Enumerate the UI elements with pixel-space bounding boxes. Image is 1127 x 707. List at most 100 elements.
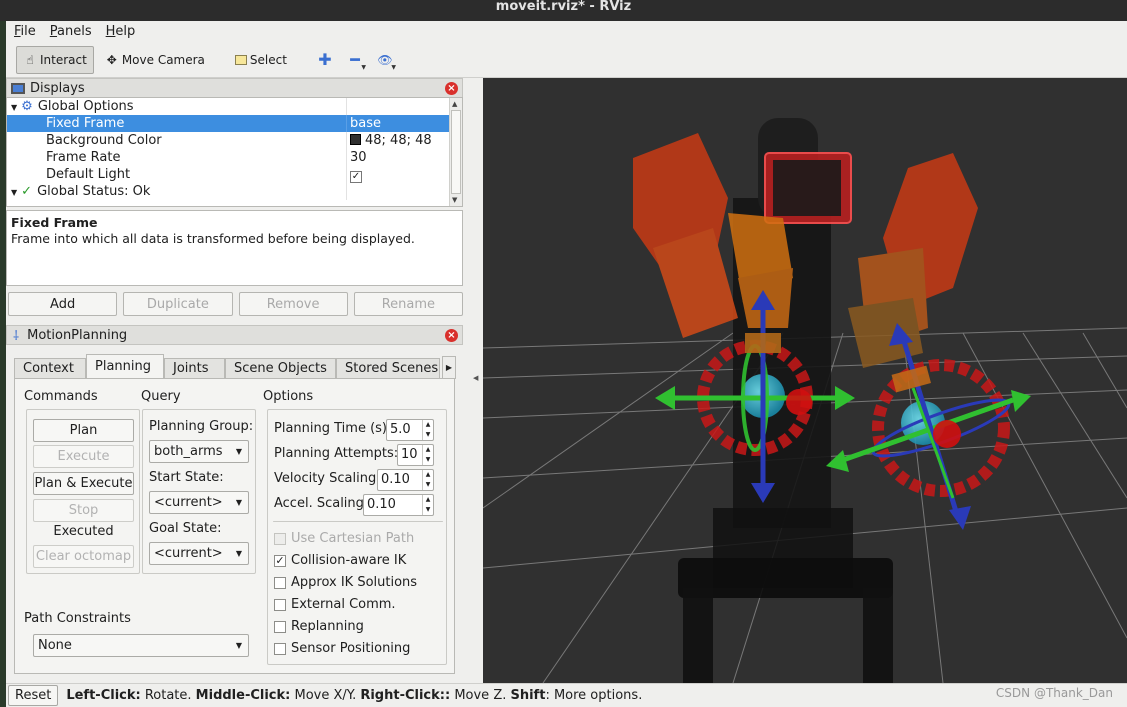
default-light-checkbox[interactable]: ✓ [350,171,362,183]
tab-scene-objects[interactable]: Scene Objects [225,358,336,379]
check-icon: ✓ [274,553,286,567]
tree-row-fixed-frame[interactable]: Fixed Frame base [7,115,450,132]
tree-row-global-status[interactable]: ▼ ✓ Global Status: Ok [7,183,450,200]
collision-aware-ik-checkbox[interactable]: ✓ Collision-aware IK [274,553,406,568]
add-button[interactable]: Add [8,292,118,316]
displays-panel-title: Displays × [6,78,463,98]
planning-group-value: both_arms [154,444,223,459]
frame-rate-value[interactable]: 30 [348,149,450,166]
planning-tab-content: Commands Plan Execute Plan & Execute Sto… [14,378,455,674]
robot-scene[interactable] [483,78,1127,683]
property-description: Fixed Frame Frame into which all data is… [6,210,463,286]
tree-value [348,183,450,200]
select-tool-button[interactable]: Select [228,46,294,74]
tree-scrollbar[interactable]: ▲ ▼ [449,98,462,206]
planning-time-value: 5.0 [390,422,411,437]
reset-button[interactable]: Reset [8,685,59,706]
tab-scroll-right-icon[interactable]: ▶ [442,356,456,379]
tab-stored-scenes[interactable]: Stored Scenes [336,358,440,379]
planning-time-spinbox[interactable]: 5.0 ▲ ▼ [386,419,434,441]
tree-row-frame-rate[interactable]: Frame Rate 30 [7,149,450,166]
toolbar: ☝ Interact ✥ Move Camera Select ✚ ━ ▼ 👁 ▼ [6,42,1127,78]
chevron-down-icon: ▼ [235,641,242,650]
status-middle-text: Move X/Y. [290,688,361,703]
goal-state-select[interactable]: <current> ▼ [149,542,249,565]
planning-group-label: Planning Group: [149,419,254,434]
path-constraints-select[interactable]: None ▼ [33,634,249,657]
tree-row-background-color[interactable]: Background Color 48; 48; 48 [7,132,450,149]
displays-title: Displays [30,80,85,96]
menu-file[interactable]: File [14,24,36,39]
3d-viewport[interactable] [483,78,1127,683]
right-interactive-marker[interactable] [826,323,1031,530]
options-divider [273,521,443,522]
scroll-thumb[interactable] [451,110,461,194]
plan-button[interactable]: Plan [33,419,134,442]
checkbox-label: Use Cartesian Path [291,531,415,546]
tree-row-global-options[interactable]: ▼ ⚙ Global Options [7,98,450,115]
clear-octomap-button[interactable]: Clear octomap [33,545,134,568]
displays-tree: ▼ ⚙ Global Options Fixed Frame base Backgr… [6,97,463,207]
planning-time-label: Planning Time (s): [274,421,392,436]
tree-label: Global Status: Ok [37,184,151,199]
duplicate-button[interactable]: Duplicate [123,292,233,316]
interact-tool-button[interactable]: ☝ Interact [16,45,94,74]
add-tool-button[interactable]: ✚ [312,47,338,73]
plan-execute-button[interactable]: Plan & Execute [33,472,134,495]
view-tool-button[interactable]: 👁 ▼ [372,47,398,73]
tree-label: Frame Rate [7,149,347,166]
approx-ik-checkbox[interactable]: Approx IK Solutions [274,575,417,590]
query-title: Query [141,389,181,404]
tree-row-default-light[interactable]: Default Light ✓ [7,166,450,183]
start-state-select[interactable]: <current> ▼ [149,491,249,514]
tab-context[interactable]: Context [14,358,86,379]
scroll-down-icon[interactable]: ▼ [452,196,457,204]
tree-label: Fixed Frame [7,115,347,132]
scroll-up-icon[interactable]: ▲ [452,100,457,108]
planning-attempts-label: Planning Attempts: [274,446,399,461]
move-arrows-icon: ✥ [106,52,117,67]
velocity-scaling-spinbox[interactable]: 0.10 ▲ ▼ [377,469,434,491]
plus-icon: ✚ [318,50,332,69]
use-cartesian-path-checkbox[interactable]: Use Cartesian Path [274,531,414,546]
remove-tool-button[interactable]: ━ ▼ [342,47,368,73]
checkbox-label: External Comm. [291,597,396,612]
tree-label: Default Light [7,166,347,183]
planning-group-select[interactable]: both_arms ▼ [149,440,249,463]
remove-button[interactable]: Remove [238,292,348,316]
stop-button[interactable]: Stop [33,499,134,522]
spin-arrows-icon[interactable]: ▲ ▼ [422,420,433,440]
description-title: Fixed Frame [11,215,98,230]
move-camera-tool-button[interactable]: ✥ Move Camera [98,46,212,74]
status-shift-text: : More options. [545,688,643,703]
collapse-arrow-icon[interactable]: ▼ [11,188,17,197]
collapse-arrow-icon[interactable]: ▼ [11,103,17,112]
spin-arrows-icon[interactable]: ▲ ▼ [422,470,433,490]
close-icon[interactable]: × [445,329,458,342]
tab-joints[interactable]: Joints [164,358,225,379]
replanning-checkbox[interactable]: Replanning [274,619,364,634]
dock-splitter[interactable]: ◀ [469,78,483,683]
status-left-key: Left-Click: [66,688,141,703]
path-constraints-value: None [38,638,72,653]
accel-scaling-spinbox[interactable]: 0.10 ▲ ▼ [363,494,434,516]
planning-attempts-spinbox[interactable]: 10 ▲ ▼ [397,444,434,466]
status-right-key: Right-Click:: [360,688,451,703]
external-comm-checkbox[interactable]: External Comm. [274,597,396,612]
start-state-value: <current> [154,495,223,510]
spin-arrows-icon[interactable]: ▲ ▼ [422,445,433,465]
rename-button[interactable]: Rename [353,292,463,316]
execute-button[interactable]: Execute [33,445,134,468]
color-swatch[interactable] [350,134,361,145]
sensor-positioning-checkbox[interactable]: Sensor Positioning [274,641,410,656]
tab-planning[interactable]: Planning [86,354,164,380]
description-text: Frame into which all data is transformed… [11,231,415,246]
spin-arrows-icon[interactable]: ▲ ▼ [422,495,433,515]
menu-panels[interactable]: Panels [50,24,92,39]
collapse-left-icon[interactable]: ◀ [473,374,478,382]
goal-state-value: <current> [154,546,223,561]
close-icon[interactable]: × [445,82,458,95]
select-box-icon [234,54,247,65]
fixed-frame-value[interactable]: base [348,115,450,132]
menu-help[interactable]: Help [106,24,136,39]
